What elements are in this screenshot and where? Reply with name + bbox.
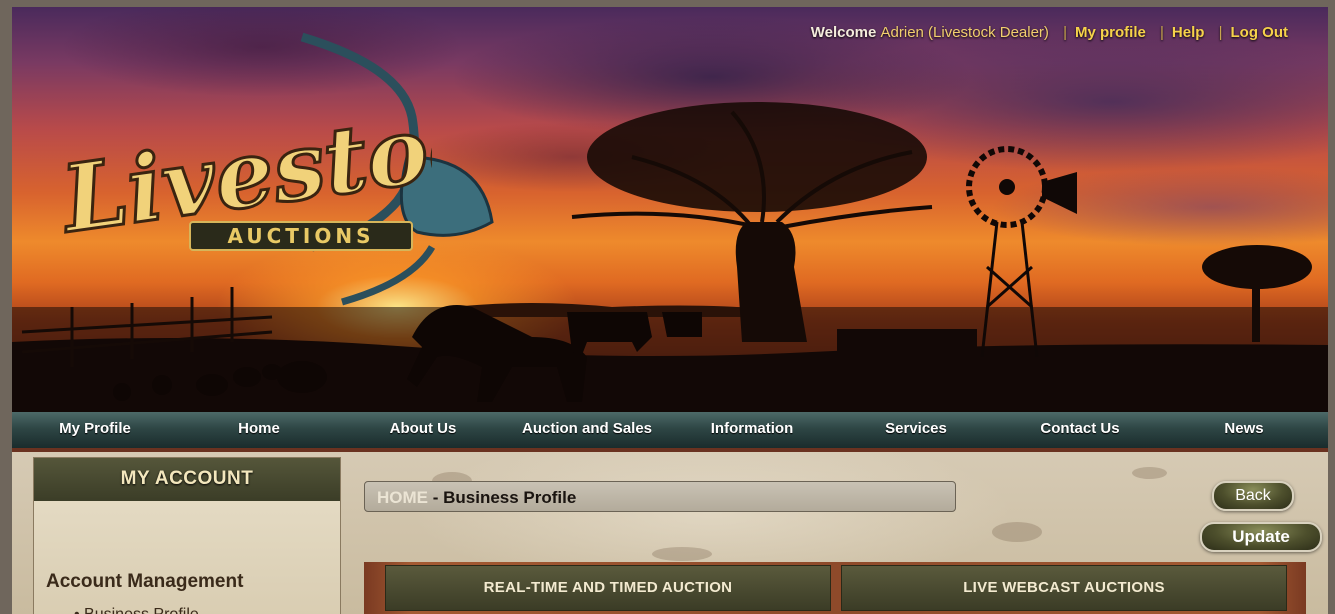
help-link[interactable]: Help [1172, 24, 1205, 41]
bullet-icon: • [74, 606, 84, 614]
sidebar-title: MY ACCOUNT [34, 458, 340, 501]
nav-about-us[interactable]: About Us [390, 412, 457, 448]
page-title: - Business Profile [432, 488, 577, 507]
user-links: Welcome Adrien (Livestock Dealer) | My pr… [811, 24, 1288, 41]
nav-contact-us[interactable]: Contact Us [1040, 412, 1119, 448]
nav-services[interactable]: Services [885, 412, 947, 448]
nav-my-profile[interactable]: My Profile [59, 412, 131, 448]
nav-information[interactable]: Information [711, 412, 794, 448]
link-separator: | [1160, 24, 1164, 41]
svg-text:AUCTIONS: AUCTIONS [227, 224, 374, 248]
nav-home[interactable]: Home [238, 412, 280, 448]
nav-news[interactable]: News [1224, 412, 1263, 448]
link-separator: | [1063, 24, 1067, 41]
livestock-auctions-logo: Livestock AUCTIONS [52, 77, 432, 255]
main-nav: My Profile Home About Us Auction and Sal… [12, 412, 1328, 452]
user-name: Adrien (Livestock Dealer) [880, 24, 1049, 41]
update-button[interactable]: Update [1200, 522, 1322, 552]
auction-panel: REAL-TIME AND TIMED AUCTION LIVE WEBCAST… [364, 562, 1306, 614]
link-separator: | [1218, 24, 1223, 41]
back-button[interactable]: Back [1212, 481, 1294, 511]
main-content: MY ACCOUNT Account Management • Business… [12, 452, 1328, 614]
breadcrumb-home-link[interactable]: HOME [377, 488, 428, 507]
tab-real-time-timed-auction[interactable]: REAL-TIME AND TIMED AUCTION [385, 565, 831, 611]
header-banner: Livestock AUCTIONS Welcome Adrien (Lives… [12, 7, 1328, 412]
sidebar-item-label: Business Profile [84, 606, 199, 614]
tab-live-webcast-auctions[interactable]: LIVE WEBCAST AUCTIONS [841, 565, 1287, 611]
welcome-label: Welcome [810, 24, 877, 41]
nav-auction-and-sales[interactable]: Auction and Sales [522, 412, 652, 448]
account-sidebar: MY ACCOUNT Account Management • Business… [33, 457, 341, 614]
sidebar-item-business-profile[interactable]: • Business Profile [74, 606, 199, 614]
my-profile-link[interactable]: My profile [1075, 24, 1146, 41]
breadcrumb: HOME - Business Profile [364, 481, 956, 512]
account-management-heading: Account Management [46, 571, 244, 592]
log-out-link[interactable]: Log Out [1231, 24, 1288, 41]
